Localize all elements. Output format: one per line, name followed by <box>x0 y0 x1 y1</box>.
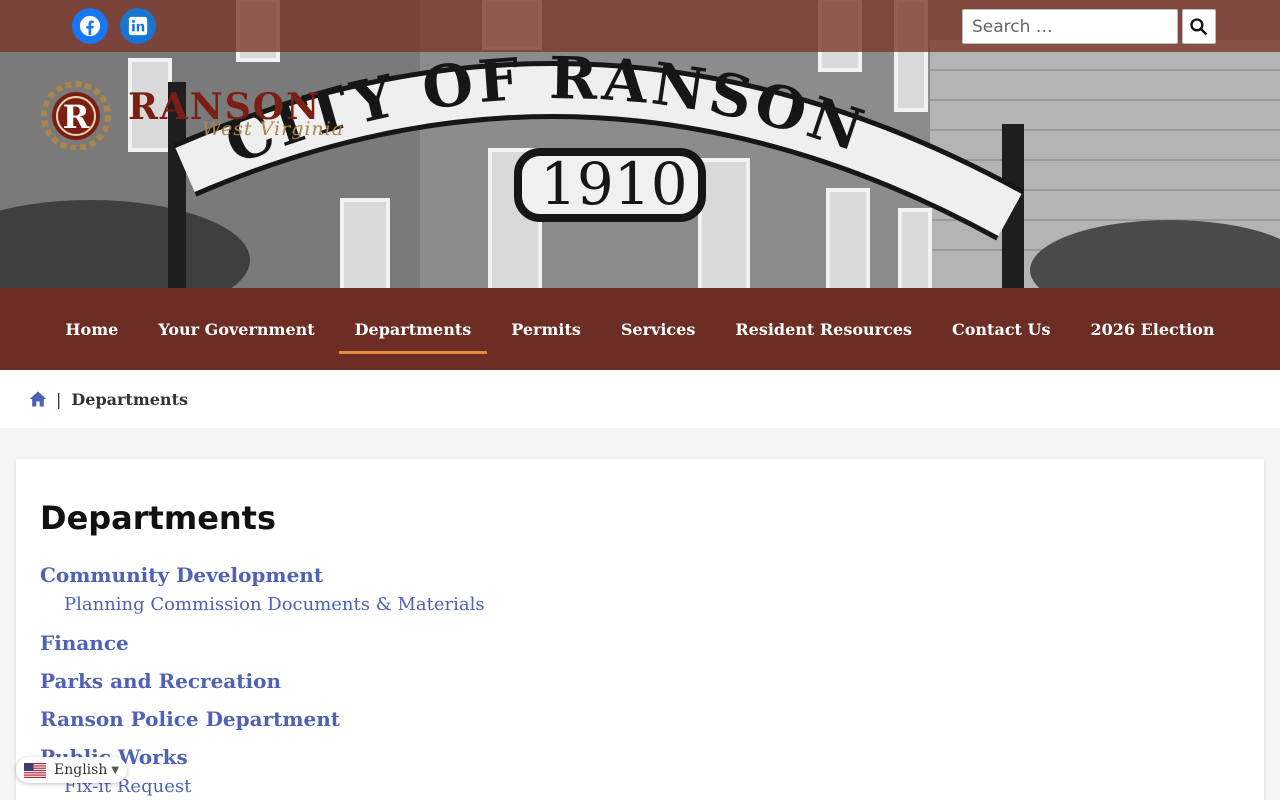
us-flag-icon <box>24 762 46 778</box>
page-title: Departments <box>40 499 277 537</box>
svg-text:R: R <box>63 98 90 136</box>
hero-banner: CITY OF RANSON 1910 R RANSON West Virgin… <box>0 0 1280 288</box>
breadcrumb-current: Departments <box>71 389 188 409</box>
search-button[interactable] <box>1182 9 1216 44</box>
nav-item-contact-us[interactable]: Contact Us <box>936 288 1066 370</box>
main-nav: Home Your Government Departments Permits… <box>0 288 1280 370</box>
chevron-down-icon: ▼ <box>111 764 120 776</box>
search-input[interactable] <box>962 9 1178 44</box>
language-switcher[interactable]: English ▼ <box>16 757 128 783</box>
search-icon <box>1190 17 1208 35</box>
logo-subtitle: West Virginia <box>202 118 345 140</box>
nav-item-permits[interactable]: Permits <box>495 288 597 370</box>
sub-link-planning-commission-documents[interactable]: Planning Commission Documents & Material… <box>40 591 485 629</box>
language-label: English <box>54 762 108 778</box>
nav-item-services[interactable]: Services <box>605 288 711 370</box>
linkedin-icon[interactable] <box>120 8 156 44</box>
site-logo[interactable]: R RANSON West Virginia <box>30 72 350 154</box>
department-link-finance[interactable]: Finance <box>40 629 485 667</box>
nav-item-resident-resources[interactable]: Resident Resources <box>719 288 928 370</box>
home-icon[interactable] <box>28 389 48 409</box>
sign-year: 1910 <box>540 150 688 218</box>
nav-item-your-government[interactable]: Your Government <box>142 288 330 370</box>
nav-item-departments[interactable]: Departments <box>338 288 488 370</box>
nav-item-home[interactable]: Home <box>49 288 134 370</box>
breadcrumb: | Departments <box>0 370 1280 428</box>
department-link-parks-and-recreation[interactable]: Parks and Recreation <box>40 667 485 705</box>
content-card: Departments Community Development Planni… <box>16 459 1264 800</box>
department-link-community-development[interactable]: Community Development <box>40 561 485 591</box>
facebook-icon[interactable] <box>72 8 108 44</box>
logo-emblem-icon: R <box>41 81 111 150</box>
nav-item-2026-election[interactable]: 2026 Election <box>1074 288 1230 370</box>
department-link-ranson-police-department[interactable]: Ranson Police Department <box>40 705 485 743</box>
breadcrumb-separator: | <box>56 389 62 409</box>
